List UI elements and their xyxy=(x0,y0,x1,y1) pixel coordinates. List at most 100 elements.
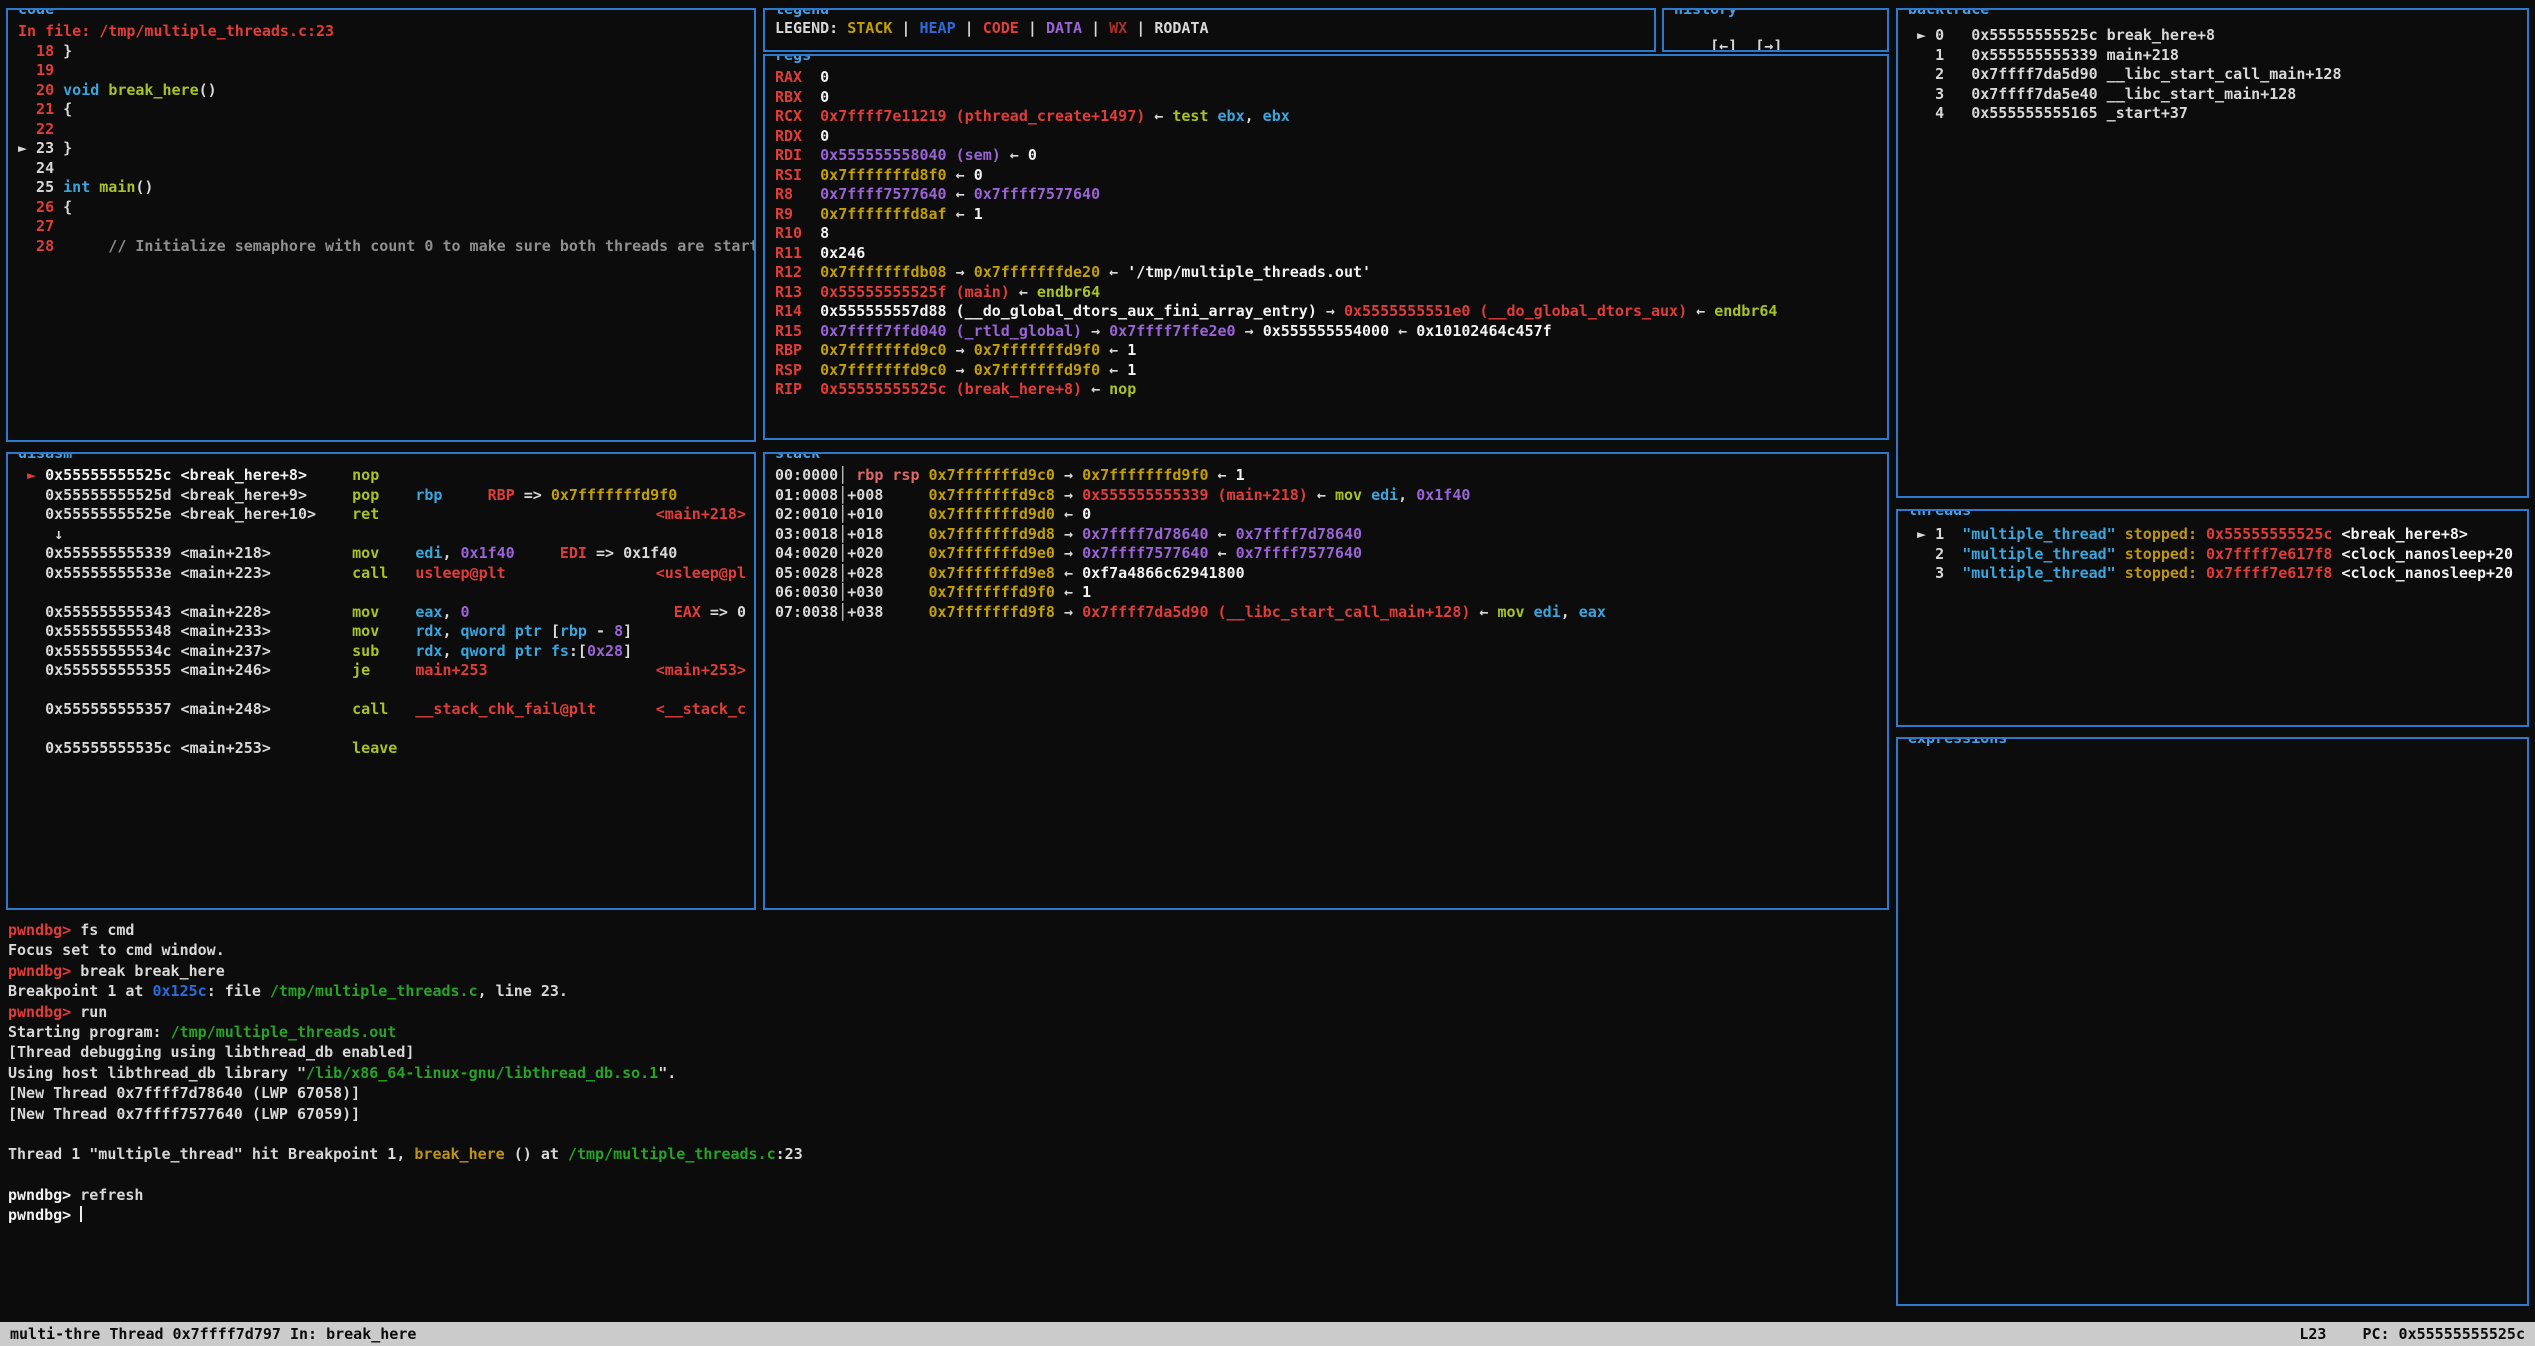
text-line: R10 8 xyxy=(775,224,1883,244)
text-line: ↓ xyxy=(18,525,750,545)
text-line: 0x55555555535c <main+253> leave xyxy=(18,739,750,759)
history-back-button[interactable]: [←] xyxy=(1710,37,1737,52)
backtrace-panel-title: backtrace xyxy=(1905,8,1992,20)
history-button-gap xyxy=(1737,37,1755,52)
text-line: 18 } xyxy=(18,42,750,62)
text-line: Breakpoint 1 at 0x125c: file /tmp/multip… xyxy=(8,981,1888,1001)
threads-list: ► 1 "multiple_thread" stopped: 0x5555555… xyxy=(1908,525,2523,584)
text-line: 21 { xyxy=(18,100,750,120)
text-line: pwndbg> break break_here xyxy=(8,961,1888,981)
text-line: 27 xyxy=(18,217,750,237)
text-line xyxy=(8,1124,1888,1144)
text-line: R12 0x7fffffffdb08 → 0x7fffffffde20 ← '/… xyxy=(775,263,1883,283)
history-forward-button[interactable]: [→] xyxy=(1755,37,1782,52)
disassembly-listing: ► 0x55555555525c <break_here+8> nop 0x55… xyxy=(18,466,750,759)
text-line: 04:0020│+020 0x7fffffffd9e0 → 0x7ffff757… xyxy=(775,544,1883,564)
text-line: Using host libthread_db library "/lib/x8… xyxy=(8,1063,1888,1083)
text-line: 0x55555555534c <main+237> sub rdx, qword… xyxy=(18,642,750,662)
text-line: [New Thread 0x7ffff7577640 (LWP 67059)] xyxy=(8,1104,1888,1124)
backtrace-panel: backtrace ► 0 0x55555555525c break_here+… xyxy=(1896,8,2529,498)
text-line: 01:0008│+008 0x7fffffffd9c8 → 0x55555555… xyxy=(775,486,1883,506)
text-line: ► 0x55555555525c <break_here+8> nop xyxy=(18,466,750,486)
text-line: R13 0x55555555525f (main) ← endbr64 xyxy=(775,283,1883,303)
text-line: 0x555555555357 <main+248> call __stack_c… xyxy=(18,700,750,720)
text-line: 25 int main() xyxy=(18,178,750,198)
history-controls: [←] [→] xyxy=(1674,19,1883,52)
text-line: Starting program: /tmp/multiple_threads.… xyxy=(8,1022,1888,1042)
text-line: 0x55555555525e <break_here+10> ret<main+… xyxy=(18,505,750,525)
expressions-panel-title: expressions xyxy=(1905,737,2010,749)
text-line: ► 1 "multiple_thread" stopped: 0x5555555… xyxy=(1908,525,2523,545)
text-line: 19 xyxy=(18,61,750,81)
text-line: ► 0 0x55555555525c break_here+8 xyxy=(1908,26,2523,46)
disassembly-panel: disasm ► 0x55555555525c <break_here+8> n… xyxy=(6,452,756,910)
text-line: pwndbg> refresh xyxy=(8,1185,1888,1205)
text-line: 20 void break_here() xyxy=(18,81,750,101)
text-line: R15 0x7ffff7ffd040 (_rtld_global) → 0x7f… xyxy=(775,322,1883,342)
text-line: 28 // Initialize semaphore with count 0 … xyxy=(18,237,750,257)
text-line: 07:0038│+038 0x7fffffffd9f8 → 0x7ffff7da… xyxy=(775,603,1883,623)
text-line: 1 0x555555555339 main+218 xyxy=(1908,46,2523,66)
text-line: RCX 0x7ffff7e11219 (pthread_create+1497)… xyxy=(775,107,1883,127)
text-line: LEGEND: STACK | HEAP | CODE | DATA | WX … xyxy=(775,19,1650,39)
text-line xyxy=(18,720,750,740)
text-line: 22 xyxy=(18,120,750,140)
text-line: 0x555555555343 <main+228> mov eax, 0EAX … xyxy=(18,603,750,623)
text-line: 26 { xyxy=(18,198,750,218)
status-left-text: multi-thre Thread 0x7ffff7d797 In: break… xyxy=(10,1325,416,1343)
text-line: RDI 0x555555558040 (sem) ← 0 xyxy=(775,146,1883,166)
code-panel: code In file: /tmp/multiple_threads.c:23… xyxy=(6,8,756,442)
text-line: 24 xyxy=(18,159,750,179)
text-line xyxy=(18,583,750,603)
text-line: 06:0030│+030 0x7fffffffd9f0 ← 1 xyxy=(775,583,1883,603)
text-line: Focus set to cmd window. xyxy=(8,940,1888,960)
pwndbg-debugger-screen: { "panels": { "code": { "title": "code",… xyxy=(0,0,2535,1346)
text-line: R11 0x246 xyxy=(775,244,1883,264)
text-line: RBX 0 xyxy=(775,88,1883,108)
stack-rows: 00:0000│ rbp rsp 0x7fffffffd9c0 → 0x7fff… xyxy=(775,466,1883,622)
text-line: 0x55555555525d <break_here+9> pop rbp RB… xyxy=(18,486,750,506)
registers-panel: regs RAX 0RBX 0RCX 0x7ffff7e11219 (pthre… xyxy=(763,54,1889,440)
terminal-prompt: pwndbg> xyxy=(8,1206,80,1224)
text-line: 0x555555555348 <main+233> mov rdx, qword… xyxy=(18,622,750,642)
threads-panel: threads ► 1 "multiple_thread" stopped: 0… xyxy=(1896,509,2529,727)
text-line: 4 0x555555555165 _start+37 xyxy=(1908,104,2523,124)
legend-content: LEGEND: STACK | HEAP | CODE | DATA | WX … xyxy=(775,19,1650,39)
text-line: In file: /tmp/multiple_threads.c:23 xyxy=(18,22,750,42)
text-line: R8 0x7ffff7577640 ← 0x7ffff7577640 xyxy=(775,185,1883,205)
history-panel: history [←] [→] xyxy=(1662,8,1889,52)
threads-panel-title: threads xyxy=(1905,509,1974,521)
text-line: 2 0x7ffff7da5d90 __libc_start_call_main+… xyxy=(1908,65,2523,85)
text-line: RSP 0x7fffffffd9c0 → 0x7fffffffd9f0 ← 1 xyxy=(775,361,1883,381)
text-line: ► 23 } xyxy=(18,139,750,159)
text-line: R14 0x555555557d88 (__do_global_dtors_au… xyxy=(775,302,1883,322)
terminal[interactable]: pwndbg> fs cmdFocus set to cmd window.pw… xyxy=(8,920,1888,1316)
text-line xyxy=(18,681,750,701)
expressions-panel: expressions xyxy=(1896,737,2529,1306)
registers-list: RAX 0RBX 0RCX 0x7ffff7e11219 (pthread_cr… xyxy=(775,68,1883,400)
text-line: RAX 0 xyxy=(775,68,1883,88)
text-line: RBP 0x7fffffffd9c0 → 0x7fffffffd9f0 ← 1 xyxy=(775,341,1883,361)
terminal-input-line[interactable]: pwndbg> xyxy=(8,1205,1888,1225)
terminal-cursor[interactable] xyxy=(80,1206,82,1222)
text-line: pwndbg> fs cmd xyxy=(8,920,1888,940)
stack-panel-title: stack xyxy=(772,452,823,464)
status-pc-indicator: PC: 0x55555555525c xyxy=(2362,1325,2525,1343)
text-line: RSI 0x7fffffffd8f0 ← 0 xyxy=(775,166,1883,186)
text-line: 2 "multiple_thread" stopped: 0x7ffff7e61… xyxy=(1908,545,2523,565)
text-line: 0x555555555355 <main+246> je main+253<ma… xyxy=(18,661,750,681)
disassembly-panel-title: disasm xyxy=(15,452,75,464)
text-line: [Thread debugging using libthread_db ena… xyxy=(8,1042,1888,1062)
text-line: 02:0010│+010 0x7fffffffd9d0 ← 0 xyxy=(775,505,1883,525)
text-line: pwndbg> run xyxy=(8,1002,1888,1022)
text-line: R9 0x7fffffffd8af ← 1 xyxy=(775,205,1883,225)
code-source-listing: In file: /tmp/multiple_threads.c:23 18 }… xyxy=(18,22,750,256)
text-line: 0x555555555339 <main+218> mov edi, 0x1f4… xyxy=(18,544,750,564)
code-panel-title: code xyxy=(15,8,57,20)
text-line: 03:0018│+018 0x7fffffffd9d8 → 0x7ffff7d7… xyxy=(775,525,1883,545)
text-line: Thread 1 "multiple_thread" hit Breakpoin… xyxy=(8,1144,1888,1164)
status-right-group: L23PC: 0x55555555525c xyxy=(2263,1325,2525,1343)
text-line: RIP 0x55555555525c (break_here+8) ← nop xyxy=(775,380,1883,400)
text-line: RDX 0 xyxy=(775,127,1883,147)
text-line: 3 0x7ffff7da5e40 __libc_start_main+128 xyxy=(1908,85,2523,105)
